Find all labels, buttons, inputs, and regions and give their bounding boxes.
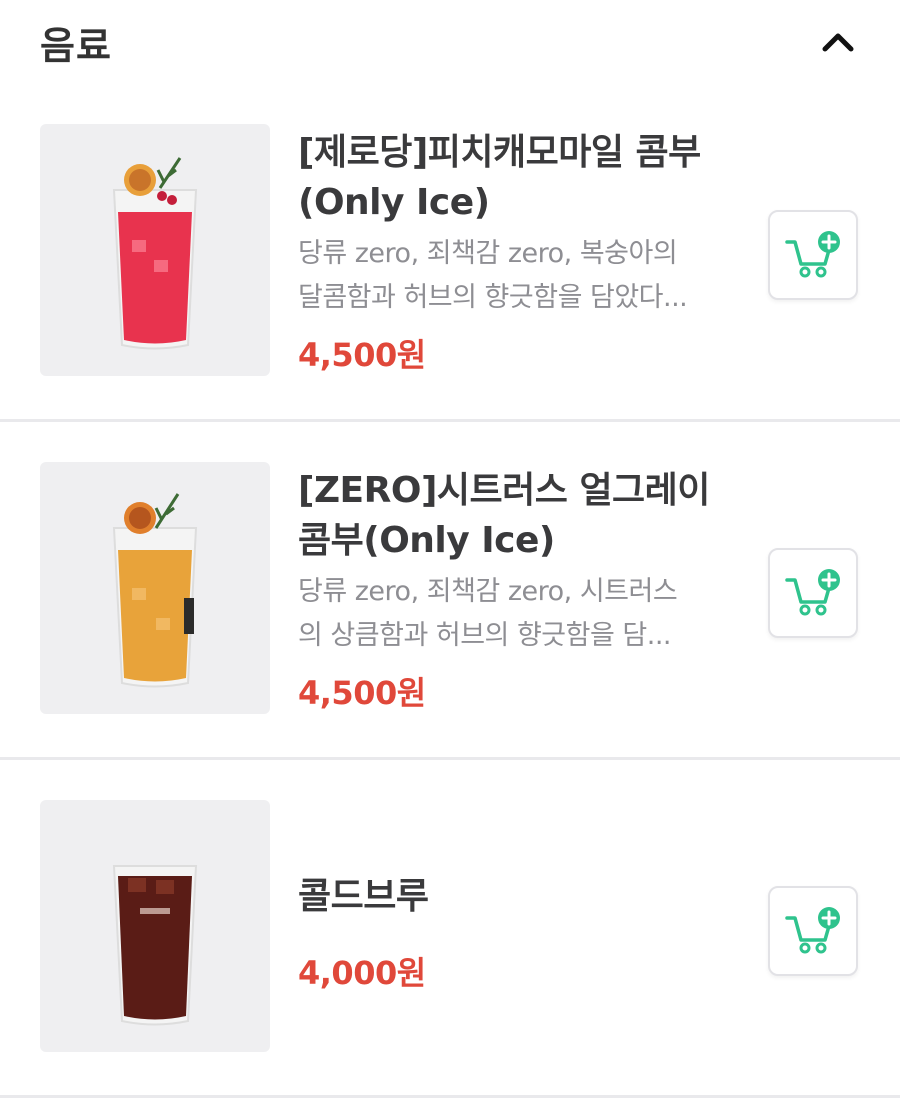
product-image[interactable] (40, 800, 270, 1052)
product-name[interactable]: [ZERO]시트러스 얼그레이 콤부(Only Ice) (298, 466, 728, 566)
category-title: 음료 (40, 23, 112, 68)
product-price: 4,500원 (298, 336, 426, 374)
drink-glass-image (112, 493, 198, 688)
add-to-cart-icon (785, 569, 840, 616)
add-to-cart-button[interactable] (768, 886, 858, 976)
product-name[interactable]: [제로당]피치캐모마일 콤부 (Only Ice) (298, 128, 728, 228)
add-to-cart-button[interactable] (768, 210, 858, 300)
product-image[interactable] (40, 124, 270, 376)
drink-glass-image (112, 157, 198, 350)
chevron-up-icon[interactable] (818, 22, 858, 62)
product-description: 당류 zero, 죄책감 zero, 시트러스 의 상큼함과 허브의 향긋함을 … (298, 576, 678, 651)
menu-category-view: 음료 [제로당]피치캐모마일 콤부 (Only Ice) 당류 zero, 죄책… (0, 0, 900, 1116)
product-name[interactable]: 콜드브루 (298, 872, 728, 922)
add-to-cart-icon (785, 907, 840, 954)
product-description: 당류 zero, 죄책감 zero, 복숭아의 달콤함과 허브의 향긋함을 담았… (298, 238, 688, 313)
product-image[interactable] (40, 462, 270, 714)
drink-glass-image (112, 865, 198, 1026)
menu-item[interactable]: 콜드브루 4,000원 (0, 760, 900, 1098)
category-header[interactable]: 음료 (0, 0, 900, 84)
add-to-cart-button[interactable] (768, 548, 858, 638)
product-price: 4,000원 (298, 954, 426, 992)
product-price: 4,500원 (298, 674, 426, 712)
menu-item[interactable]: [ZERO]시트러스 얼그레이 콤부(Only Ice) 당류 zero, 죄책… (0, 422, 900, 760)
menu-item[interactable]: [제로당]피치캐모마일 콤부 (Only Ice) 당류 zero, 죄책감 z… (0, 84, 900, 422)
add-to-cart-icon (785, 231, 840, 278)
